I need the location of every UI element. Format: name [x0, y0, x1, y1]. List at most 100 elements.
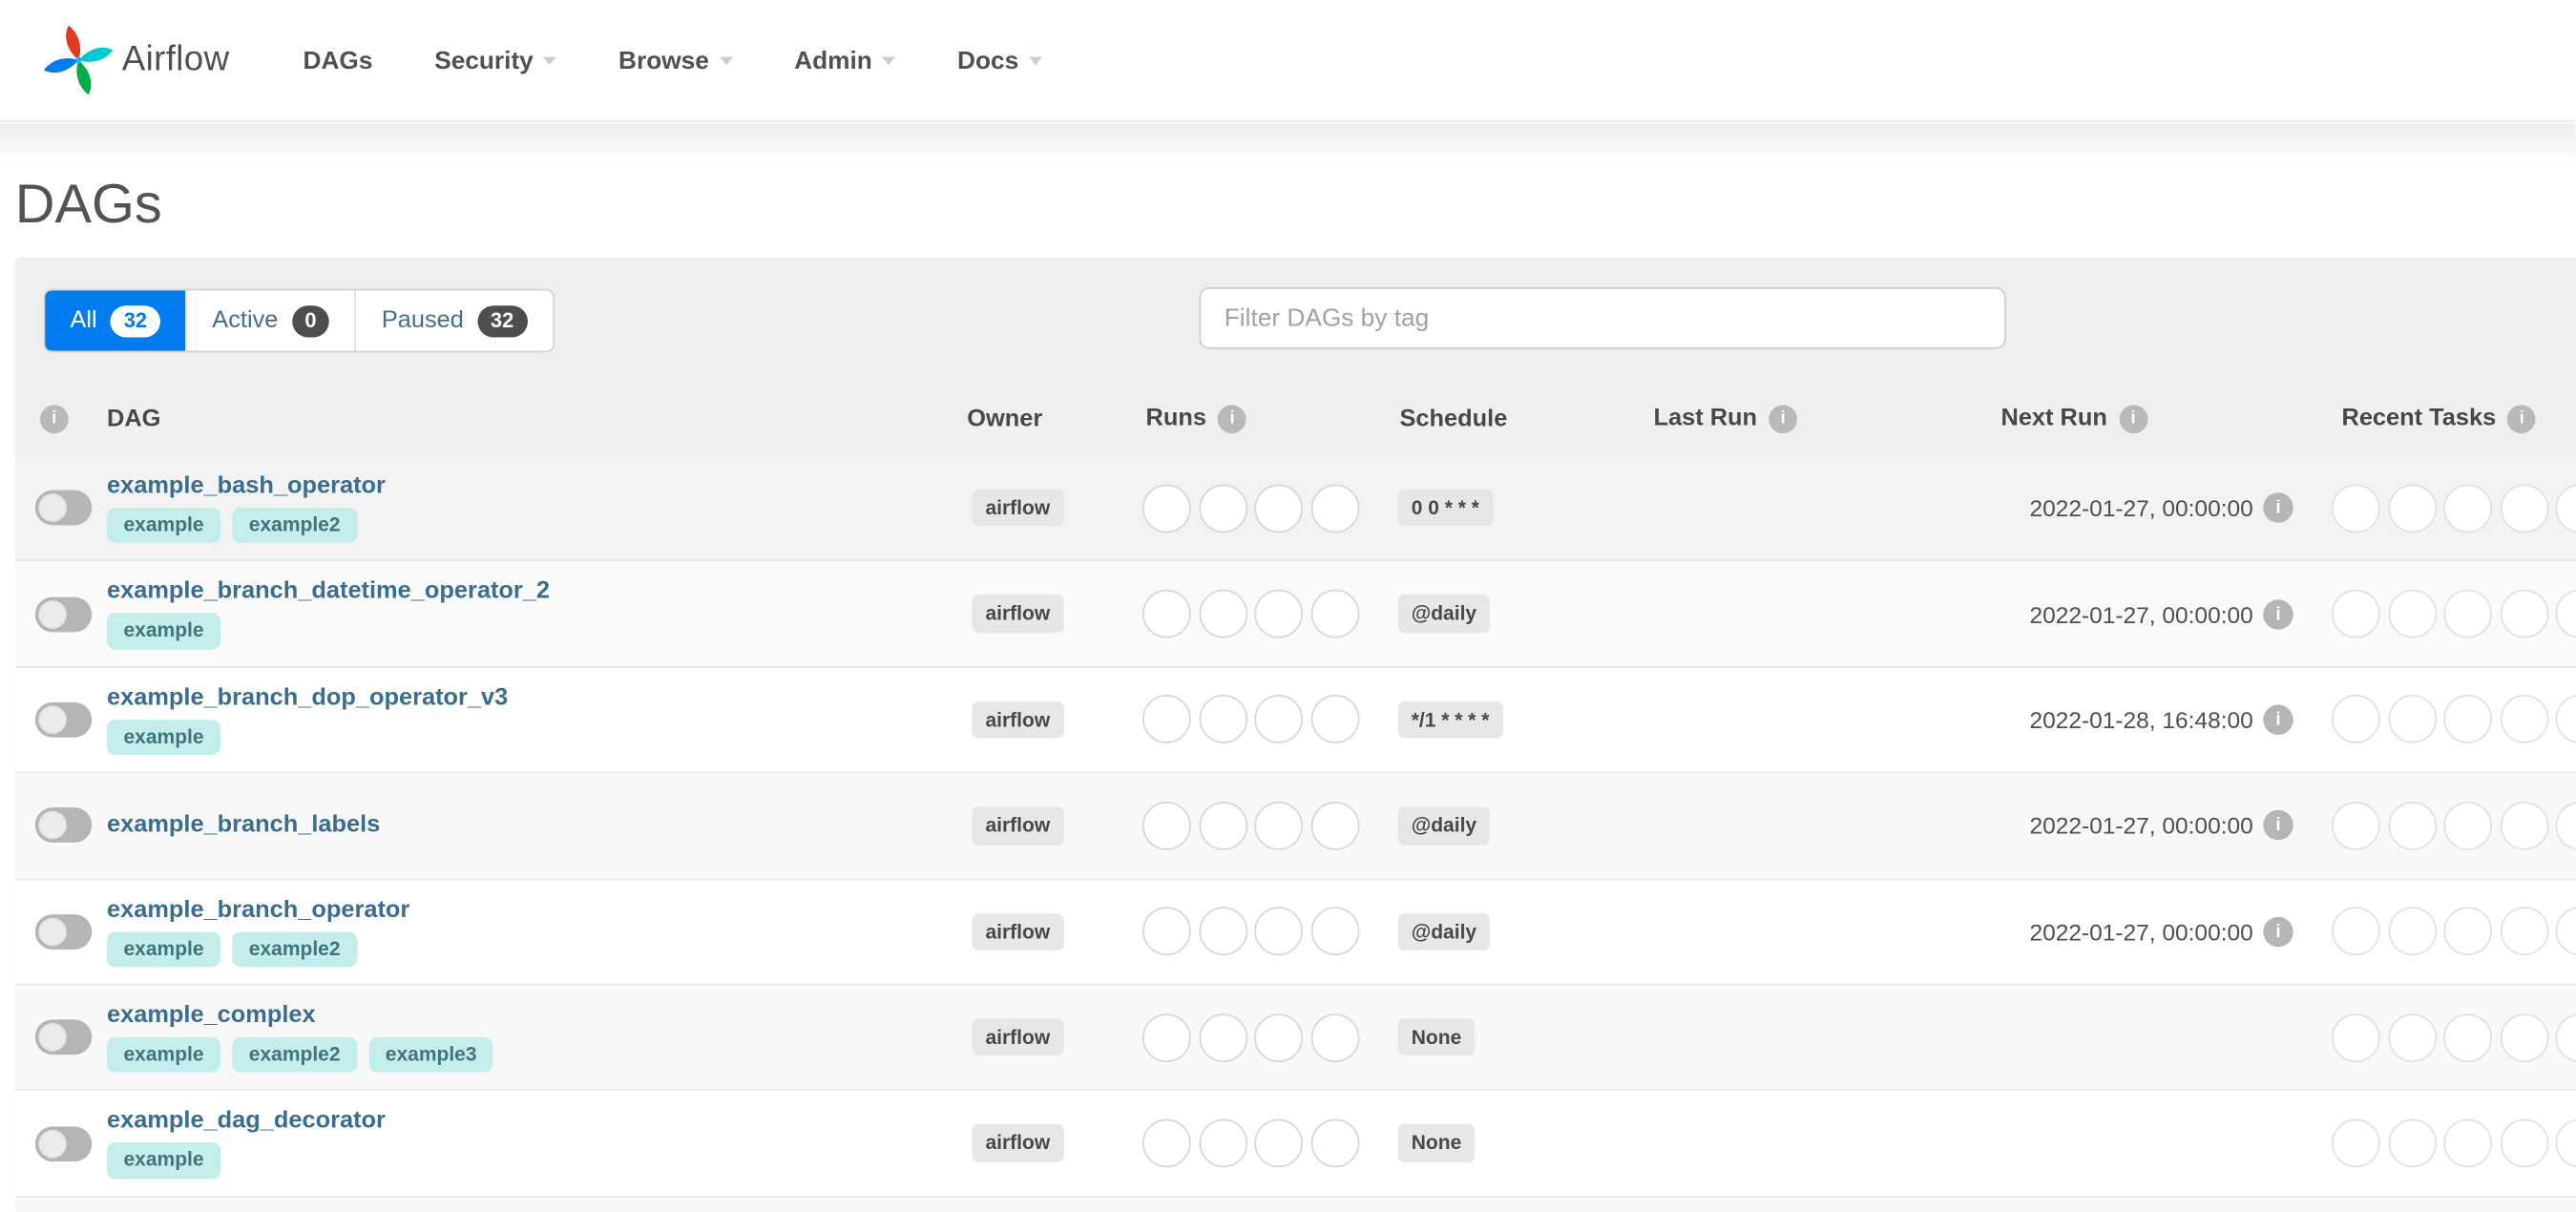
- dag-tag[interactable]: example: [107, 720, 220, 755]
- run-status-circle[interactable]: [1199, 696, 1247, 744]
- recent-task-circle[interactable]: [2443, 1013, 2492, 1062]
- recent-task-circle[interactable]: [2556, 590, 2576, 638]
- recent-task-circle[interactable]: [2332, 484, 2380, 533]
- recent-task-circle[interactable]: [2556, 484, 2576, 533]
- pause-toggle[interactable]: [35, 1020, 93, 1055]
- run-status-circle[interactable]: [1142, 696, 1191, 744]
- recent-task-circle[interactable]: [2388, 484, 2437, 533]
- run-status-circle[interactable]: [1310, 590, 1359, 638]
- nav-item-docs[interactable]: Docs: [957, 46, 1042, 74]
- run-status-circle[interactable]: [1199, 590, 1247, 638]
- dag-tag[interactable]: example: [107, 931, 220, 967]
- recent-task-circle[interactable]: [2500, 696, 2548, 744]
- recent-task-circle[interactable]: [2332, 1119, 2380, 1168]
- tab-all[interactable]: All 32: [45, 291, 185, 351]
- nav-item-dags[interactable]: DAGs: [303, 46, 372, 74]
- nav-item-admin[interactable]: Admin: [794, 46, 895, 74]
- dag-link[interactable]: example_bash_operator: [107, 472, 386, 499]
- nav-item-browse[interactable]: Browse: [618, 46, 732, 74]
- recent-task-circle[interactable]: [2443, 696, 2492, 744]
- run-status-circle[interactable]: [1254, 696, 1303, 744]
- run-status-circle[interactable]: [1310, 908, 1359, 956]
- recent-task-circle[interactable]: [2332, 1013, 2380, 1062]
- owner-badge[interactable]: airflow: [973, 807, 1064, 845]
- dag-tag[interactable]: example: [107, 508, 220, 543]
- run-status-circle[interactable]: [1142, 1119, 1191, 1168]
- run-status-circle[interactable]: [1142, 1013, 1191, 1062]
- recent-task-circle[interactable]: [2388, 802, 2437, 850]
- owner-badge[interactable]: airflow: [973, 912, 1064, 950]
- recent-task-circle[interactable]: [2332, 696, 2380, 744]
- dag-tag[interactable]: example: [107, 1143, 220, 1179]
- recent-task-circle[interactable]: [2556, 1119, 2576, 1168]
- run-status-circle[interactable]: [1310, 802, 1359, 850]
- recent-task-circle[interactable]: [2443, 590, 2492, 638]
- owner-badge[interactable]: airflow: [973, 1018, 1064, 1055]
- recent-task-circle[interactable]: [2332, 908, 2380, 956]
- run-status-circle[interactable]: [1254, 484, 1303, 533]
- recent-task-circle[interactable]: [2332, 590, 2380, 638]
- recent-task-circle[interactable]: [2388, 590, 2437, 638]
- recent-task-circle[interactable]: [2388, 696, 2437, 744]
- run-status-circle[interactable]: [1199, 908, 1247, 956]
- recent-task-circle[interactable]: [2556, 1013, 2576, 1062]
- recent-task-circle[interactable]: [2500, 908, 2548, 956]
- column-header-owner[interactable]: Owner: [967, 405, 1042, 431]
- run-status-circle[interactable]: [1142, 590, 1191, 638]
- run-status-circle[interactable]: [1199, 1013, 1247, 1062]
- owner-badge[interactable]: airflow: [973, 701, 1064, 739]
- filter-dags-by-tag-input[interactable]: [1200, 287, 2006, 349]
- dag-tag[interactable]: example2: [232, 508, 357, 543]
- recent-task-circle[interactable]: [2500, 1013, 2548, 1062]
- owner-badge[interactable]: airflow: [973, 1124, 1064, 1161]
- run-status-circle[interactable]: [1254, 1013, 1303, 1062]
- recent-task-circle[interactable]: [2500, 484, 2548, 533]
- recent-task-circle[interactable]: [2388, 1013, 2437, 1062]
- dag-tag[interactable]: example3: [368, 1037, 493, 1073]
- run-status-circle[interactable]: [1142, 908, 1191, 956]
- recent-task-circle[interactable]: [2500, 590, 2548, 638]
- column-header-dag[interactable]: DAG: [107, 405, 160, 431]
- recent-task-circle[interactable]: [2556, 802, 2576, 850]
- pause-toggle[interactable]: [35, 491, 93, 526]
- dag-link[interactable]: example_branch_datetime_operator_2: [107, 578, 550, 605]
- recent-task-circle[interactable]: [2332, 802, 2380, 850]
- owner-badge[interactable]: airflow: [973, 596, 1064, 633]
- run-status-circle[interactable]: [1310, 1119, 1359, 1168]
- pause-toggle[interactable]: [35, 596, 93, 632]
- run-status-circle[interactable]: [1310, 1013, 1359, 1062]
- dag-link[interactable]: example_dag_decorator: [107, 1108, 386, 1135]
- run-status-circle[interactable]: [1142, 802, 1191, 850]
- pause-toggle[interactable]: [35, 914, 93, 950]
- brand-link[interactable]: Airflow: [40, 22, 229, 99]
- tab-active[interactable]: Active 0: [185, 291, 355, 351]
- dag-tag[interactable]: example: [107, 614, 220, 649]
- tab-paused[interactable]: Paused 32: [355, 291, 553, 351]
- dag-link[interactable]: example_complex: [107, 1002, 316, 1029]
- nav-item-security[interactable]: Security: [434, 46, 556, 74]
- pause-toggle[interactable]: [35, 808, 93, 844]
- pause-toggle[interactable]: [35, 702, 93, 738]
- recent-task-circle[interactable]: [2443, 484, 2492, 533]
- recent-task-circle[interactable]: [2388, 908, 2437, 956]
- run-status-circle[interactable]: [1199, 1119, 1247, 1168]
- run-status-circle[interactable]: [1142, 484, 1191, 533]
- recent-task-circle[interactable]: [2443, 802, 2492, 850]
- recent-task-circle[interactable]: [2556, 696, 2576, 744]
- recent-task-circle[interactable]: [2500, 802, 2548, 850]
- run-status-circle[interactable]: [1199, 484, 1247, 533]
- run-status-circle[interactable]: [1310, 696, 1359, 744]
- owner-badge[interactable]: airflow: [973, 490, 1064, 527]
- recent-task-circle[interactable]: [2443, 1119, 2492, 1168]
- dag-link[interactable]: example_branch_dop_operator_v3: [107, 684, 508, 711]
- run-status-circle[interactable]: [1254, 802, 1303, 850]
- run-status-circle[interactable]: [1310, 484, 1359, 533]
- pause-toggle[interactable]: [35, 1126, 93, 1161]
- run-status-circle[interactable]: [1254, 1119, 1303, 1168]
- recent-task-circle[interactable]: [2388, 1119, 2437, 1168]
- recent-task-circle[interactable]: [2556, 908, 2576, 956]
- dag-tag[interactable]: example2: [232, 1037, 357, 1073]
- run-status-circle[interactable]: [1254, 590, 1303, 638]
- recent-task-circle[interactable]: [2443, 908, 2492, 956]
- dag-tag[interactable]: example: [107, 1037, 220, 1073]
